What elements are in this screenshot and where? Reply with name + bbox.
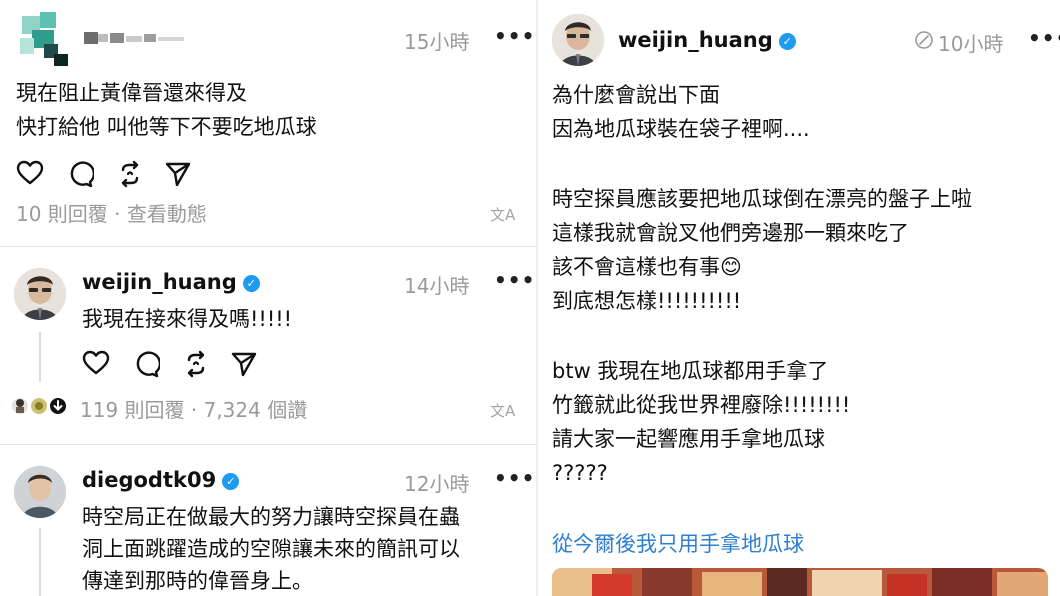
heart-icon[interactable] <box>82 350 110 376</box>
comment-icon[interactable] <box>66 160 94 188</box>
avatar[interactable] <box>14 268 66 320</box>
post-text-line: 竹籤就此從我世界裡廢除!!!!!!!! <box>552 393 851 417</box>
post-time: 12小時 <box>404 472 470 496</box>
translate-icon[interactable]: 文A <box>490 400 515 421</box>
post-text-line: ????? <box>552 461 608 485</box>
post-text-line: 該不會這樣也有事😊 <box>552 255 742 279</box>
verified-icon: ✓ <box>242 275 260 292</box>
username-text: weijin_huang <box>82 270 237 294</box>
avatar[interactable] <box>14 466 66 518</box>
heart-icon[interactable] <box>16 160 44 186</box>
post-text-line: 因為地瓜球裝在袋子裡啊.... <box>552 117 810 141</box>
share-icon[interactable] <box>164 160 192 188</box>
post-text-line: 為什麼會說出下面 <box>552 83 720 107</box>
post-image[interactable] <box>552 568 1048 596</box>
post-text-line: 請大家一起響應用手拿地瓜球 <box>552 427 825 451</box>
post-text-line: 這樣我就會說叉他們旁邊那一顆來吃了 <box>552 221 909 245</box>
more-icon[interactable]: ••• <box>494 466 535 490</box>
post-time: 14小時 <box>404 274 470 298</box>
verified-icon: ✓ <box>222 473 240 490</box>
more-icon[interactable]: ••• <box>494 268 535 292</box>
post-text-line: 時空局正在做最大的努力讓時空探員在蟲 <box>82 505 460 529</box>
thread-line <box>39 332 41 382</box>
reply-count[interactable]: 10 則回覆 · 查看動態 <box>16 198 207 227</box>
avatar[interactable] <box>552 14 604 66</box>
username-text: diegodtk09 <box>82 468 217 492</box>
post-text-line: 我現在接來得及嗎!!!!! <box>82 307 293 331</box>
translate-icon[interactable]: 文A <box>490 204 515 225</box>
post-time: 15小時 <box>404 30 470 54</box>
repost-icon[interactable] <box>116 160 144 188</box>
edited-icon <box>914 30 934 50</box>
username[interactable]: diegodtk09 ✓ <box>82 468 240 492</box>
verified-icon: ✓ <box>778 33 796 50</box>
username[interactable]: weijin_huang ✓ <box>618 28 796 52</box>
post-text-line: 洞上面跳躍造成的空隙讓未來的簡訊可以 <box>82 537 460 561</box>
username-text: weijin_huang <box>618 28 773 52</box>
post-time: 10小時 <box>938 32 1004 56</box>
more-icon[interactable]: ••• <box>1028 26 1060 50</box>
post-text-line: 時空探員應該要把地瓜球倒在漂亮的盤子上啦 <box>552 187 972 211</box>
post-panel: weijin_huang ✓ 10小時 ••• 為什麼會說出下面 因為地瓜球裝在袋… <box>538 0 1060 596</box>
post-text-line: 現在阻止黃偉晉還來得及 <box>16 81 247 105</box>
reply-like-count[interactable]: 119 則回覆 · 7,324 個讚 <box>80 394 307 423</box>
blurred-username[interactable] <box>84 30 184 46</box>
comment-icon[interactable] <box>132 350 160 378</box>
divider <box>0 444 536 445</box>
link-preview-title[interactable]: 從今爾後我只用手拿地瓜球 <box>552 528 804 558</box>
username[interactable]: weijin_huang ✓ <box>82 270 260 294</box>
divider <box>0 246 536 247</box>
repost-icon[interactable] <box>182 350 210 378</box>
reply-avatars[interactable] <box>10 394 72 418</box>
post-text-line: 快打給他 叫他等下不要吃地瓜球 <box>16 115 317 139</box>
share-icon[interactable] <box>230 350 258 378</box>
post-text-line: 到底想怎樣!!!!!!!!!! <box>552 289 742 313</box>
comments-panel: 15小時 ••• 現在阻止黃偉晉還來得及 快打給他 叫他等下不要吃地瓜球 10 … <box>0 0 536 596</box>
post-text-line: btw 我現在地瓜球都用手拿了 <box>552 359 829 383</box>
avatar[interactable] <box>14 10 72 68</box>
post-text-line: 傳達到那時的偉晉身上。 <box>82 569 313 593</box>
thread-line <box>39 528 41 596</box>
more-icon[interactable]: ••• <box>494 24 535 48</box>
